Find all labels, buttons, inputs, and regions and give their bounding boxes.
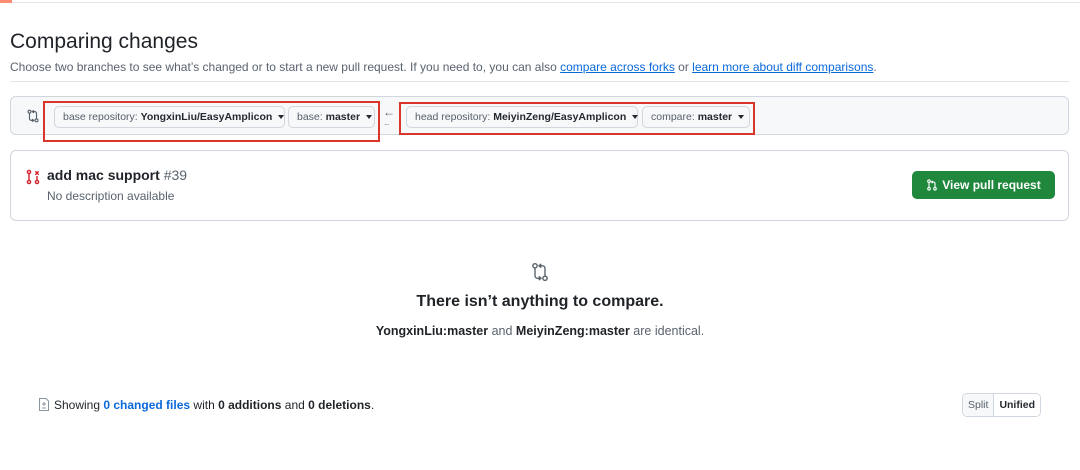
- subtitle-text: Choose two branches to see what’s change…: [10, 60, 561, 74]
- base-ref: YongxinLiu:master: [375, 324, 489, 338]
- summary-prefix: Showing: [54, 398, 104, 412]
- pull-request-description: No description available: [47, 189, 175, 203]
- changed-files-link[interactable]: 0 changed files: [103, 398, 190, 412]
- compare-branch-value: master: [697, 111, 733, 123]
- top-rule: [0, 0, 1080, 3]
- deletions-count: 0 deletions: [308, 398, 371, 412]
- git-pull-request-closed-icon: [26, 169, 40, 185]
- identical-text: are identical.: [629, 324, 705, 338]
- existing-pull-request-box: add mac support #39 No description avail…: [10, 150, 1069, 221]
- and-text: and: [488, 324, 516, 338]
- base-repository-select[interactable]: base repository: YongxinLiu/EasyAmplicon: [54, 106, 285, 128]
- subtitle-end: .: [873, 60, 877, 74]
- file-diff-icon: [39, 398, 49, 411]
- blankslate-heading: There isn’t anything to compare.: [416, 293, 664, 310]
- page-subtitle: Choose two branches to see what’s change…: [10, 60, 877, 74]
- learn-diff-comparisons-link[interactable]: learn more about diff comparisons: [692, 60, 873, 74]
- git-compare-icon: [532, 262, 548, 282]
- chevron-down-icon: [366, 115, 373, 120]
- additions-count: 0 additions: [218, 398, 282, 412]
- pull-request-number: #39: [163, 167, 188, 183]
- blankslate-description: YongxinLiu:master and MeiyinZeng:master …: [0, 324, 1080, 338]
- range-editor: base repository: YongxinLiu/EasyAmplicon…: [10, 96, 1069, 142]
- base-repository-label: base repository:: [63, 111, 141, 123]
- diff-view-toggle: Split Unified: [962, 393, 1042, 417]
- divider: [10, 81, 1069, 82]
- head-repository-value: MeiyinZeng/EasyAmplicon: [493, 111, 627, 123]
- compare-branch-label: compare:: [651, 111, 698, 123]
- view-pull-request-label: View pull request: [942, 178, 1041, 192]
- split-view-button[interactable]: Split: [963, 394, 995, 416]
- compare-branch-select[interactable]: compare: master: [642, 106, 750, 128]
- active-tab-underline: [0, 0, 12, 3]
- head-repository-label: head repository:: [415, 111, 494, 123]
- git-pull-request-icon: [927, 179, 938, 191]
- head-repository-select[interactable]: head repository: MeiyinZeng/EasyAmplicon: [406, 106, 639, 128]
- range-dots: ...: [384, 117, 389, 127]
- chevron-down-icon: [738, 115, 745, 120]
- base-repository-value: YongxinLiu/EasyAmplicon: [140, 111, 273, 123]
- chevron-down-icon: [632, 115, 639, 120]
- chevron-down-icon: [278, 115, 285, 120]
- subtitle-or: or: [674, 60, 693, 74]
- unified-view-button[interactable]: Unified: [994, 394, 1041, 416]
- summary-end: .: [370, 398, 375, 412]
- pull-request-title[interactable]: add mac support: [47, 167, 160, 183]
- summary-and: and: [281, 398, 309, 412]
- base-branch-label: base:: [297, 111, 326, 123]
- view-pull-request-button[interactable]: View pull request: [912, 171, 1055, 199]
- pull-request-title-line[interactable]: add mac support #39: [47, 167, 187, 183]
- base-branch-value: master: [325, 111, 361, 123]
- summary-with: with: [190, 398, 219, 412]
- page-title: Comparing changes: [10, 30, 198, 53]
- base-branch-select[interactable]: base: master: [288, 106, 375, 128]
- head-ref: MeiyinZeng:master: [515, 324, 630, 338]
- compare-across-forks-link[interactable]: compare across forks: [560, 60, 675, 74]
- git-compare-icon: [27, 109, 39, 123]
- diff-summary: Showing 0 changed files with 0 additions…: [38, 398, 374, 412]
